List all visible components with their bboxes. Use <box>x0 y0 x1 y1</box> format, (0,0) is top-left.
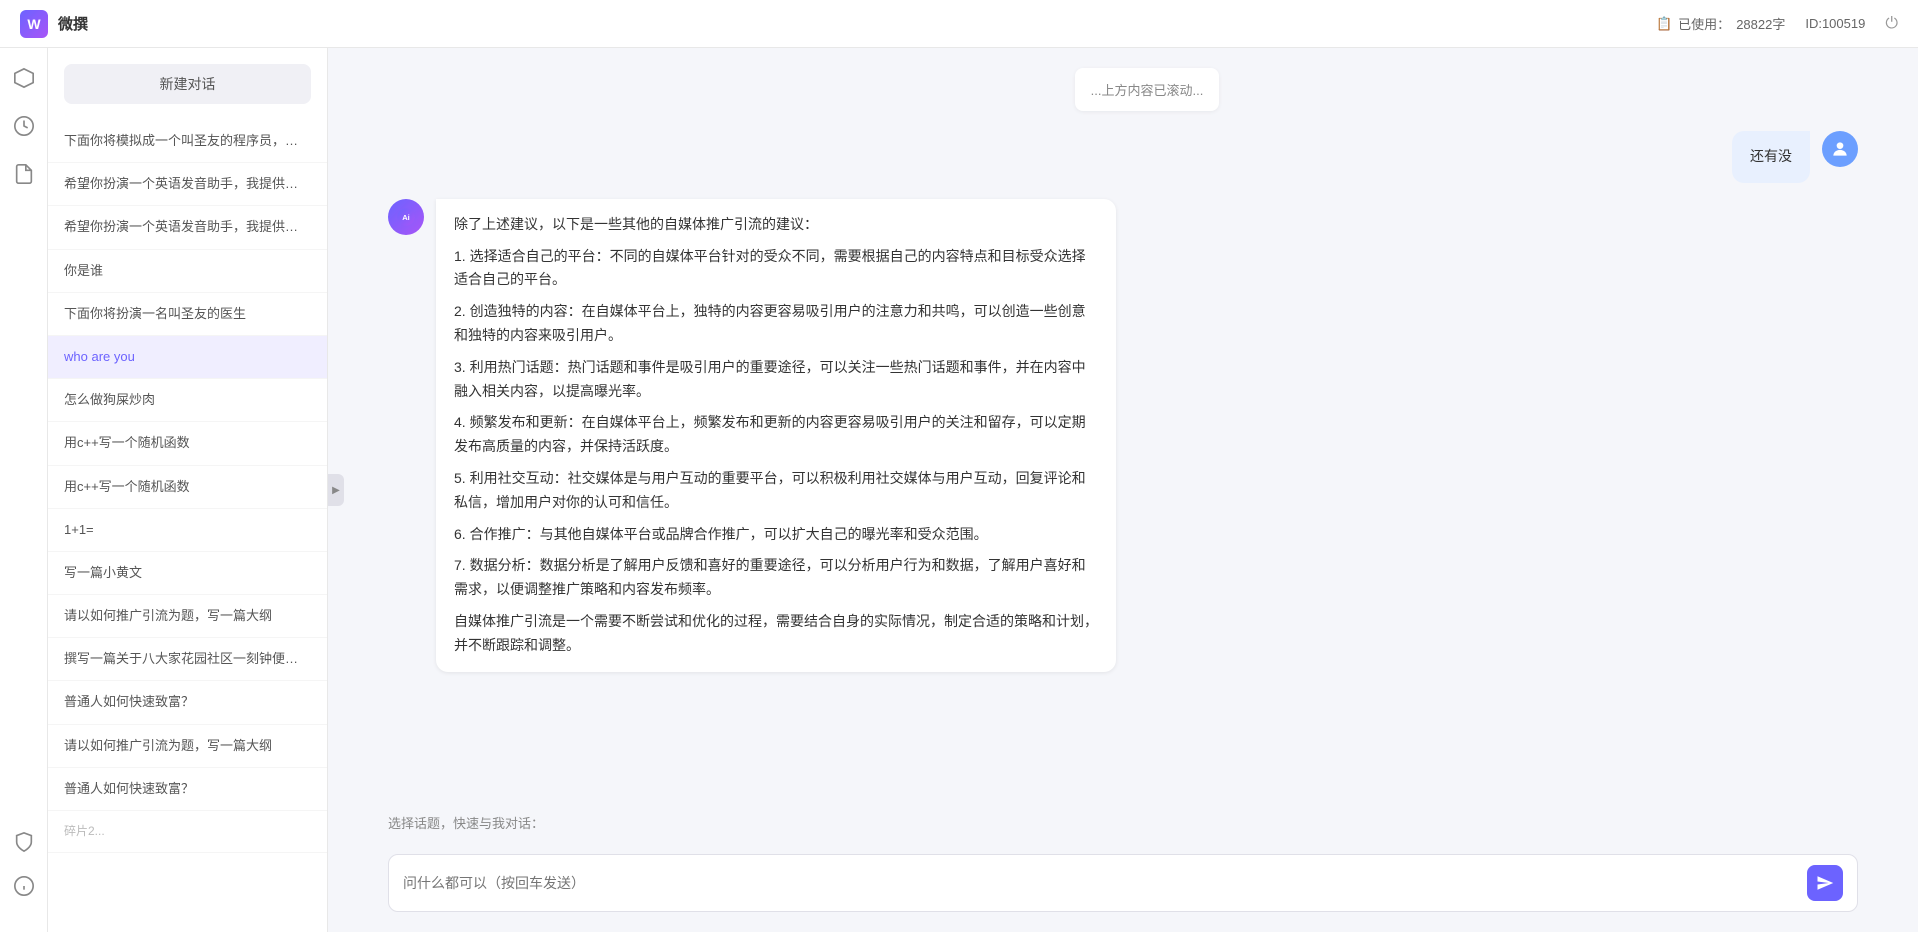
conv-item-13[interactable]: 撰写一篇关于八大家花园社区一刻钟便民生... <box>48 638 327 681</box>
input-wrapper <box>388 854 1858 912</box>
shield-icon[interactable] <box>10 828 38 856</box>
clock-icon[interactable] <box>10 112 38 140</box>
usage-value: 28822字 <box>1736 14 1785 33</box>
user-avatar <box>1822 131 1858 167</box>
conv-item-8[interactable]: 用c++写一个随机函数 <box>48 422 327 465</box>
new-conversation-button[interactable]: 新建对话 <box>64 64 311 104</box>
conv-item-2[interactable]: 希望你扮演一个英语发音助手，我提供给你... <box>48 163 327 206</box>
ai-para-8: 自媒体推广引流是一个需要不断尝试和优化的过程，需要结合自身的实际情况，制定合适的… <box>454 610 1098 658</box>
chat-messages: ...上方内容已滚动... 还有没 Ai <box>328 48 1918 803</box>
ai-message-bubble: 除了上述建议，以下是一些其他的自媒体推广引流的建议： 1. 选择适合自己的平台：… <box>436 199 1116 672</box>
conversation-sidebar: 新建对话 下面你将模拟成一个叫圣友的程序员，我说... 希望你扮演一个英语发音助… <box>48 48 328 932</box>
conv-item-5[interactable]: 下面你将扮演一名叫圣友的医生 <box>48 293 327 336</box>
conv-item-6[interactable]: who are you <box>48 336 327 379</box>
conv-item-14[interactable]: 普通人如何快速致富？ <box>48 681 327 724</box>
conv-item-1[interactable]: 下面你将模拟成一个叫圣友的程序员，我说... <box>48 120 327 163</box>
usage-icon: 📋 <box>1656 16 1672 32</box>
input-area <box>328 844 1918 932</box>
ai-para-1: 1. 选择适合自己的平台：不同的自媒体平台针对的受众不同，需要根据自己的内容特点… <box>454 245 1098 293</box>
user-id: ID:100519 <box>1805 16 1865 31</box>
ai-para-7: 7. 数据分析：数据分析是了解用户反馈和喜好的重要途径，可以分析用户行为和数据，… <box>454 554 1098 602</box>
conv-item-11[interactable]: 写一篇小黄文 <box>48 552 327 595</box>
hexagon-icon[interactable] <box>10 64 38 92</box>
conv-item-9[interactable]: 用c++写一个随机函数 <box>48 466 327 509</box>
ai-para-6: 6. 合作推广：与其他自媒体平台或品牌合作推广，可以扩大自己的曝光率和受众范围。 <box>454 523 1098 547</box>
info-icon[interactable] <box>10 872 38 900</box>
document-icon[interactable] <box>10 160 38 188</box>
send-button[interactable] <box>1807 865 1843 901</box>
app-title: 微撰 <box>58 13 88 34</box>
ai-avatar: Ai <box>388 199 424 235</box>
power-icon[interactable]: ⏻ <box>1885 15 1898 33</box>
icon-sidebar <box>0 48 48 932</box>
header: W 微撰 📋 已使用： 28822字 ID:100519 ⏻ <box>0 0 1918 48</box>
conv-item-7[interactable]: 怎么做狗屎炒肉 <box>48 379 327 422</box>
header-left: W 微撰 <box>20 10 88 38</box>
conv-item-3[interactable]: 希望你扮演一个英语发音助手，我提供给你... <box>48 206 327 249</box>
ai-message-row: Ai 除了上述建议，以下是一些其他的自媒体推广引流的建议： 1. 选择适合自己的… <box>388 199 1858 672</box>
main-layout: 新建对话 下面你将模拟成一个叫圣友的程序员，我说... 希望你扮演一个英语发音助… <box>0 48 1918 932</box>
logo-text: W <box>27 16 40 32</box>
user-message-bubble: 还有没 <box>1732 131 1810 183</box>
quick-select-area: 选择话题，快速与我对话： <box>328 803 1918 844</box>
svg-text:Ai: Ai <box>402 213 410 222</box>
ai-para-5: 5. 利用社交互动：社交媒体是与用户互动的重要平台，可以积极利用社交媒体与用户互… <box>454 467 1098 515</box>
ai-para-3: 3. 利用热门话题：热门话题和事件是吸引用户的重要途径，可以关注一些热门话题和事… <box>454 356 1098 404</box>
conv-item-15[interactable]: 请以如何推广引流为题，写一篇大纲 <box>48 725 327 768</box>
ai-para-4: 4. 频繁发布和更新：在自媒体平台上，频繁发布和更新的内容更容易吸引用户的关注和… <box>454 411 1098 459</box>
conv-item-12[interactable]: 请以如何推广引流为题，写一篇大纲 <box>48 595 327 638</box>
conv-item-4[interactable]: 你是谁 <box>48 250 327 293</box>
app-logo: W <box>20 10 48 38</box>
user-message-row: 还有没 <box>388 131 1858 183</box>
prev-content-banner: ...上方内容已滚动... <box>1075 68 1220 111</box>
ai-para-0: 除了上述建议，以下是一些其他的自媒体推广引流的建议： <box>454 213 1098 237</box>
conv-item-bottom[interactable]: 碎片2... <box>48 811 327 853</box>
chat-input[interactable] <box>403 875 1797 891</box>
conv-item-16[interactable]: 普通人如何快速致富？ <box>48 768 327 811</box>
header-right: 📋 已使用： 28822字 ID:100519 ⏻ <box>1656 14 1898 33</box>
user-message-text: 还有没 <box>1750 148 1792 164</box>
ai-para-2: 2. 创造独特的内容：在自媒体平台上，独特的内容更容易吸引用户的注意力和共鸣，可… <box>454 300 1098 348</box>
chat-area: ...上方内容已滚动... 还有没 Ai <box>328 48 1918 932</box>
sidebar-toggle[interactable]: ▶ <box>328 474 344 506</box>
quick-select-label: 选择话题，快速与我对话： <box>388 813 1858 832</box>
usage-label: 已使用： <box>1678 14 1730 33</box>
usage-info: 📋 已使用： 28822字 <box>1656 14 1785 33</box>
conv-item-10[interactable]: 1+1= <box>48 509 327 552</box>
